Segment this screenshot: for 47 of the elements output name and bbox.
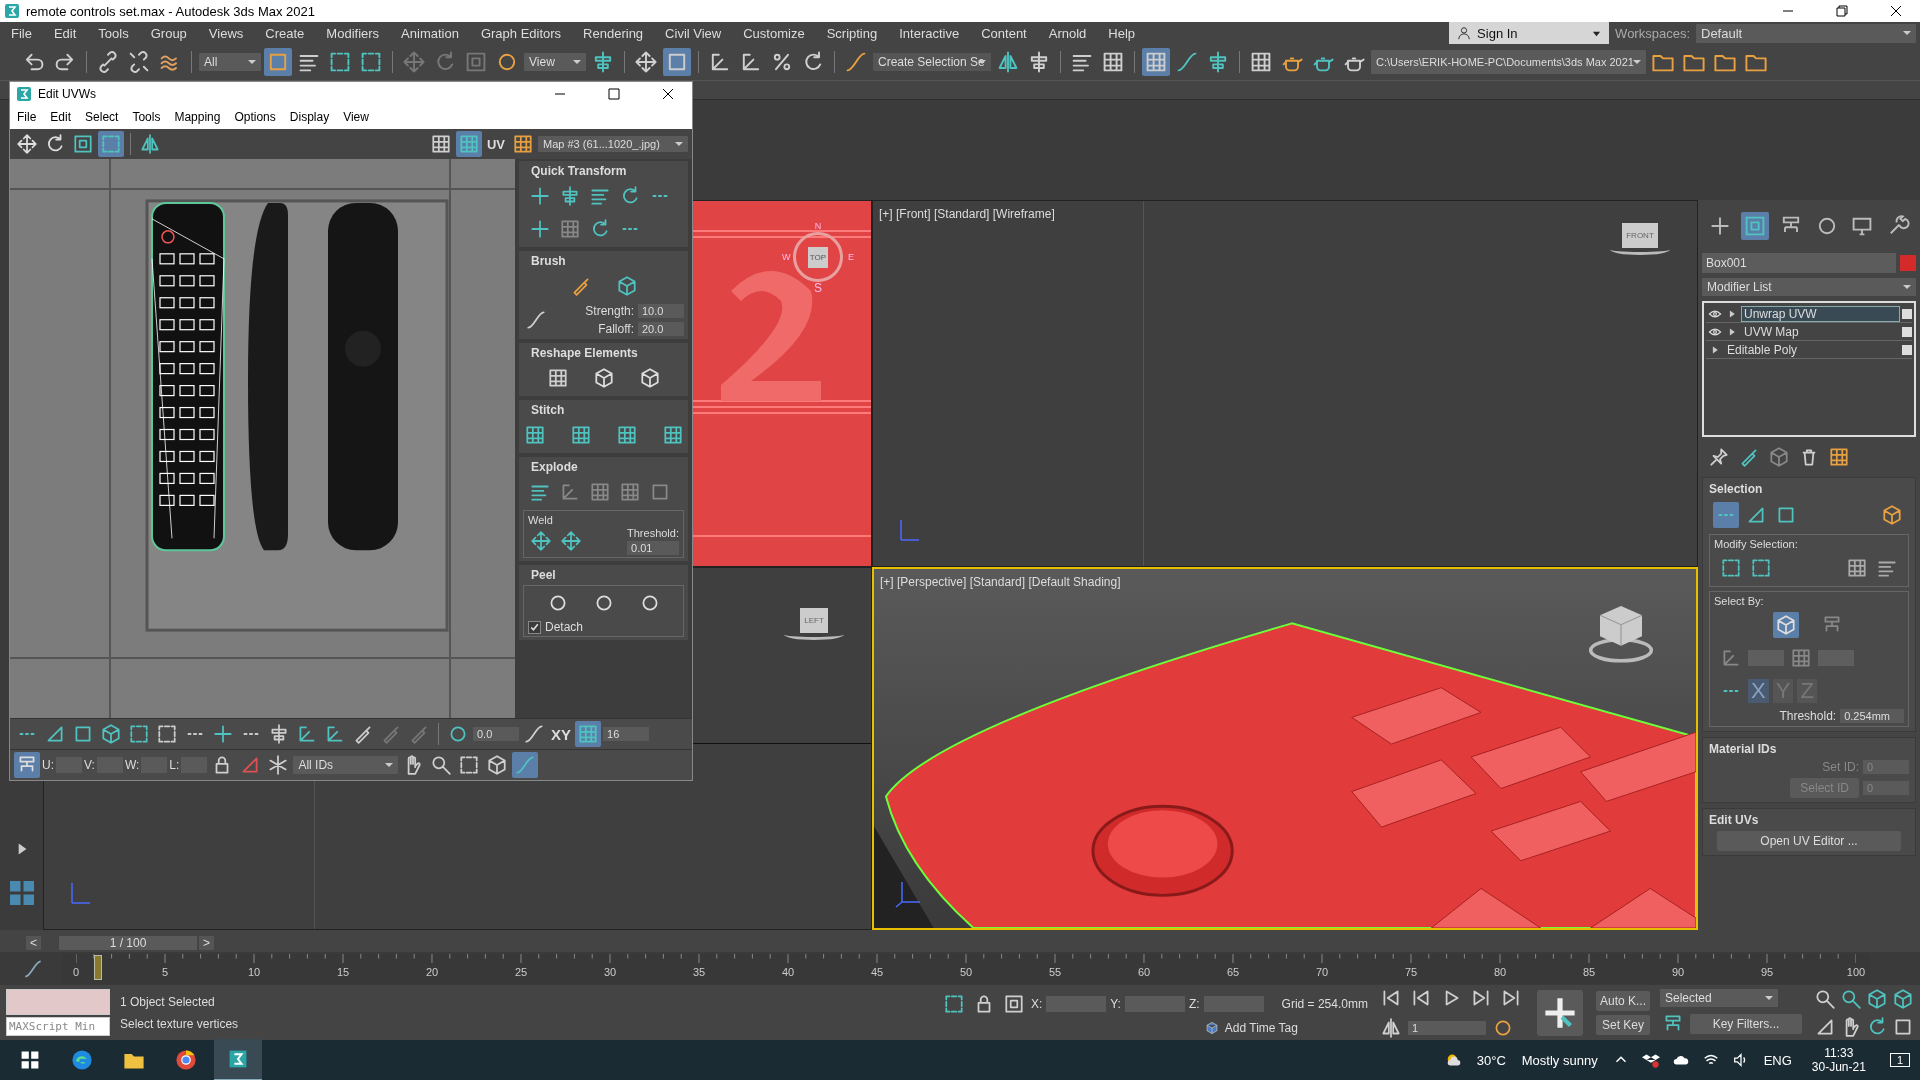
window-title: Edit UVWs <box>38 86 96 101</box>
frame-number: 60 <box>1137 964 1151 979</box>
coordinate-label: X: <box>1030 996 1043 1011</box>
workspaces-label: Workspaces: <box>1614 25 1691 41</box>
frame-number: 75 <box>1404 964 1418 979</box>
frame-number: 10 <box>247 964 261 979</box>
detach-label: Detach <box>545 620 584 634</box>
coordinate-label: V: <box>84 758 95 772</box>
prompt-text: Select texture vertices <box>120 1016 239 1031</box>
frame-number: 85 <box>1582 964 1596 979</box>
frame-number: 100 <box>1846 964 1866 979</box>
frame-number: 55 <box>1048 964 1062 979</box>
group-label: Modify Selection: <box>1714 538 1799 550</box>
set-id-label: Set ID: <box>1822 760 1859 774</box>
coordinate-label: U: <box>42 758 54 772</box>
coordinate-label: L: <box>169 758 180 772</box>
frame-number: 0 <box>72 964 80 979</box>
coordinate-label: Y: <box>1110 996 1121 1011</box>
threshold-label: Threshold: <box>1779 709 1837 723</box>
frame-number: 50 <box>959 964 973 979</box>
compass-letter: E <box>848 252 854 262</box>
frame-number: 95 <box>1760 964 1774 979</box>
compass-letter: S <box>814 283 822 293</box>
frame-number: 25 <box>514 964 528 979</box>
field-label: Falloff: <box>598 322 634 336</box>
frame-number: 15 <box>336 964 350 979</box>
coordinate-label: Z: <box>1188 996 1200 1011</box>
frame-number: 30 <box>603 964 617 979</box>
coordinate-label: W: <box>124 758 140 772</box>
frame-number: 80 <box>1493 964 1507 979</box>
frame-number: 5 <box>161 964 169 979</box>
frame-number: 40 <box>781 964 795 979</box>
frame-number: 35 <box>692 964 706 979</box>
compass-letter: N <box>814 221 822 231</box>
field-label: Strength: <box>585 304 634 318</box>
selection-count: 1 Object Selected <box>120 994 216 1009</box>
compass-letter: W <box>782 252 791 262</box>
grid-size-text: Grid = 254.0mm <box>1281 996 1368 1011</box>
group-label: Weld <box>528 514 553 526</box>
threshold-label: Threshold: <box>627 527 679 539</box>
frame-number: 45 <box>870 964 884 979</box>
frame-number: 70 <box>1315 964 1329 979</box>
frame-number: 90 <box>1671 964 1685 979</box>
frame-number: 65 <box>1226 964 1240 979</box>
frame-number: 20 <box>425 964 439 979</box>
group-label: Select By: <box>1714 595 1765 607</box>
window-title: remote controls set.max - Autodesk 3ds Max 2021 <box>26 3 316 19</box>
